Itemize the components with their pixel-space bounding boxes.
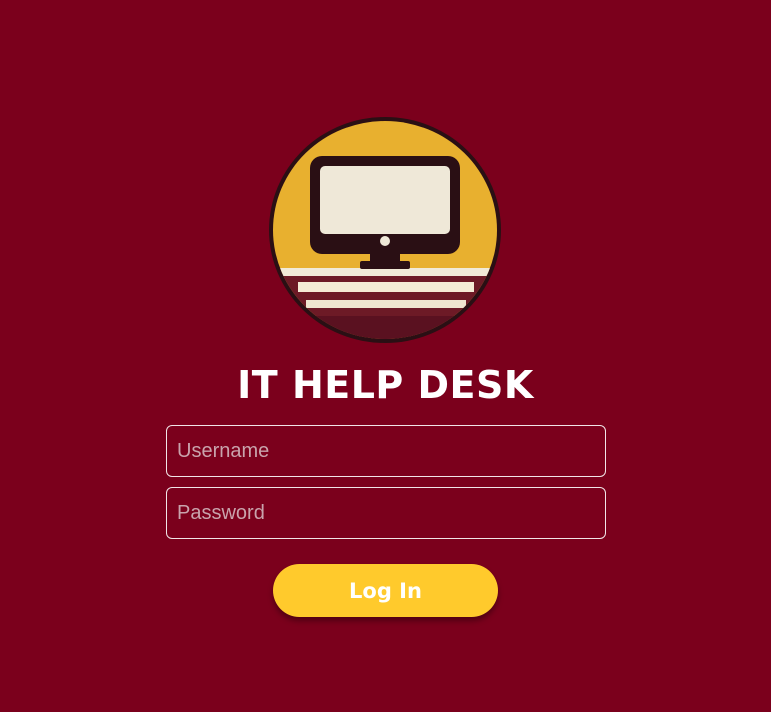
computer-monitor-logo-icon — [268, 116, 502, 344]
password-input[interactable] — [166, 487, 606, 539]
login-screen: IT HELP DESK Log In — [0, 0, 771, 712]
login-button[interactable]: Log In — [273, 564, 498, 617]
username-input[interactable] — [166, 425, 606, 477]
app-title: IT HELP DESK — [237, 363, 534, 407]
